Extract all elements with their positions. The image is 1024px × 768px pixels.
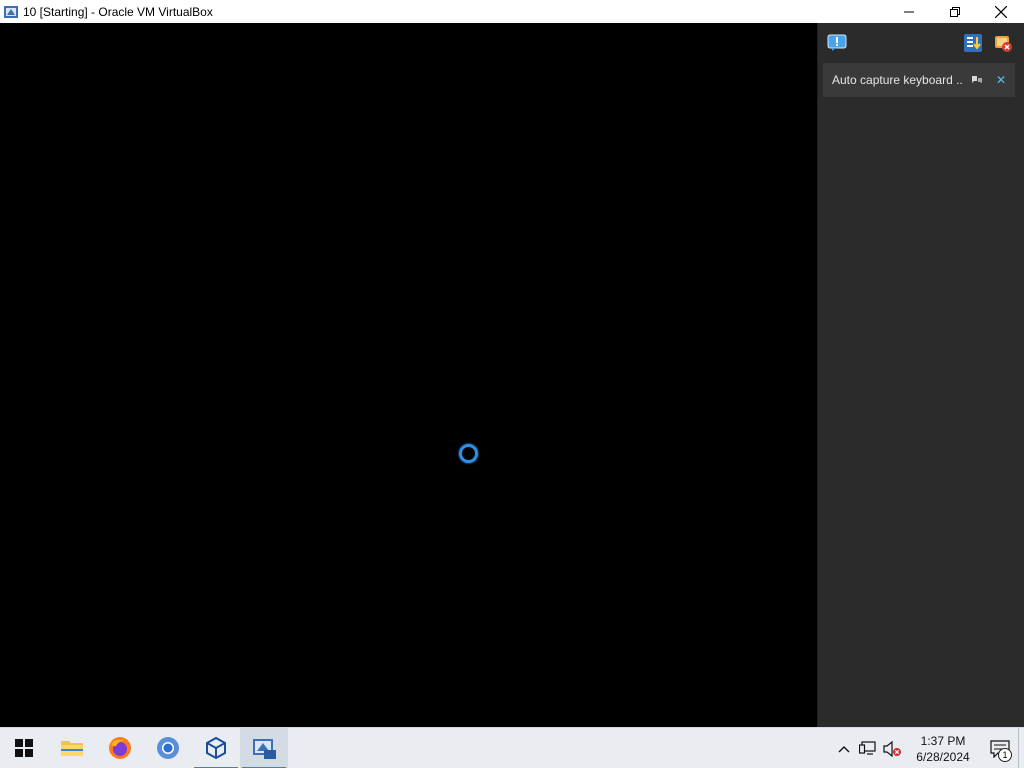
virtualbox-vm-icon[interactable]: [3, 4, 19, 20]
taskbar-virtualbox-manager[interactable]: [192, 728, 240, 768]
notification-count-badge: 1: [998, 748, 1012, 762]
restore-icon: [950, 6, 960, 17]
taskbar-vm-window[interactable]: [240, 727, 288, 768]
taskbar-file-explorer[interactable]: [48, 728, 96, 768]
notification-card[interactable]: Auto capture keyboard ... ✕: [823, 63, 1015, 97]
firefox-icon: [109, 737, 131, 759]
notification-center-icon[interactable]: [826, 33, 848, 53]
notification-panel: Auto capture keyboard ... ✕: [817, 23, 1024, 727]
clock-time: 1:37 PM: [920, 733, 966, 748]
sort-notifications-icon[interactable]: [962, 33, 984, 53]
loading-spinner-icon: [459, 444, 478, 463]
system-tray: 1:37 PM 6/28/2024 1: [832, 728, 1024, 768]
show-desktop-button[interactable]: [1018, 728, 1024, 768]
network-icon[interactable]: [856, 728, 880, 768]
more-info-icon[interactable]: [970, 73, 984, 87]
volume-muted-icon[interactable]: [880, 728, 904, 768]
action-center-button[interactable]: 1: [982, 728, 1018, 768]
close-notification-icon[interactable]: ✕: [994, 73, 1008, 87]
restore-button[interactable]: [932, 0, 978, 23]
virtualbox-vm-icon: [253, 739, 276, 759]
taskbar: 1:37 PM 6/28/2024 1: [0, 727, 1024, 768]
close-icon: [995, 5, 1007, 18]
show-hidden-icons-chevron[interactable]: [832, 728, 856, 768]
chrome-icon: [157, 737, 179, 759]
clock-date: 6/28/2024: [916, 749, 970, 764]
start-button[interactable]: [0, 728, 48, 768]
window-title: 10 [Starting] - Oracle VM VirtualBox: [23, 4, 213, 19]
minimize-button[interactable]: [886, 0, 932, 23]
title-bar: 10 [Starting] - Oracle VM VirtualBox: [0, 0, 1024, 23]
notification-panel-toolbar: [818, 23, 1024, 61]
dismiss-all-icon[interactable]: [992, 33, 1014, 53]
taskbar-firefox[interactable]: [96, 728, 144, 768]
notification-message: Auto capture keyboard ...: [832, 73, 962, 87]
virtualbox-icon: [206, 736, 226, 760]
windows-start-icon: [15, 739, 33, 757]
clock[interactable]: 1:37 PM 6/28/2024: [908, 733, 978, 765]
window-controls: [886, 0, 1024, 23]
vm-display[interactable]: [0, 23, 817, 727]
taskbar-chrome[interactable]: [144, 728, 192, 768]
close-button[interactable]: [978, 0, 1024, 23]
minimize-icon: [904, 11, 914, 12]
folder-icon: [61, 741, 83, 756]
